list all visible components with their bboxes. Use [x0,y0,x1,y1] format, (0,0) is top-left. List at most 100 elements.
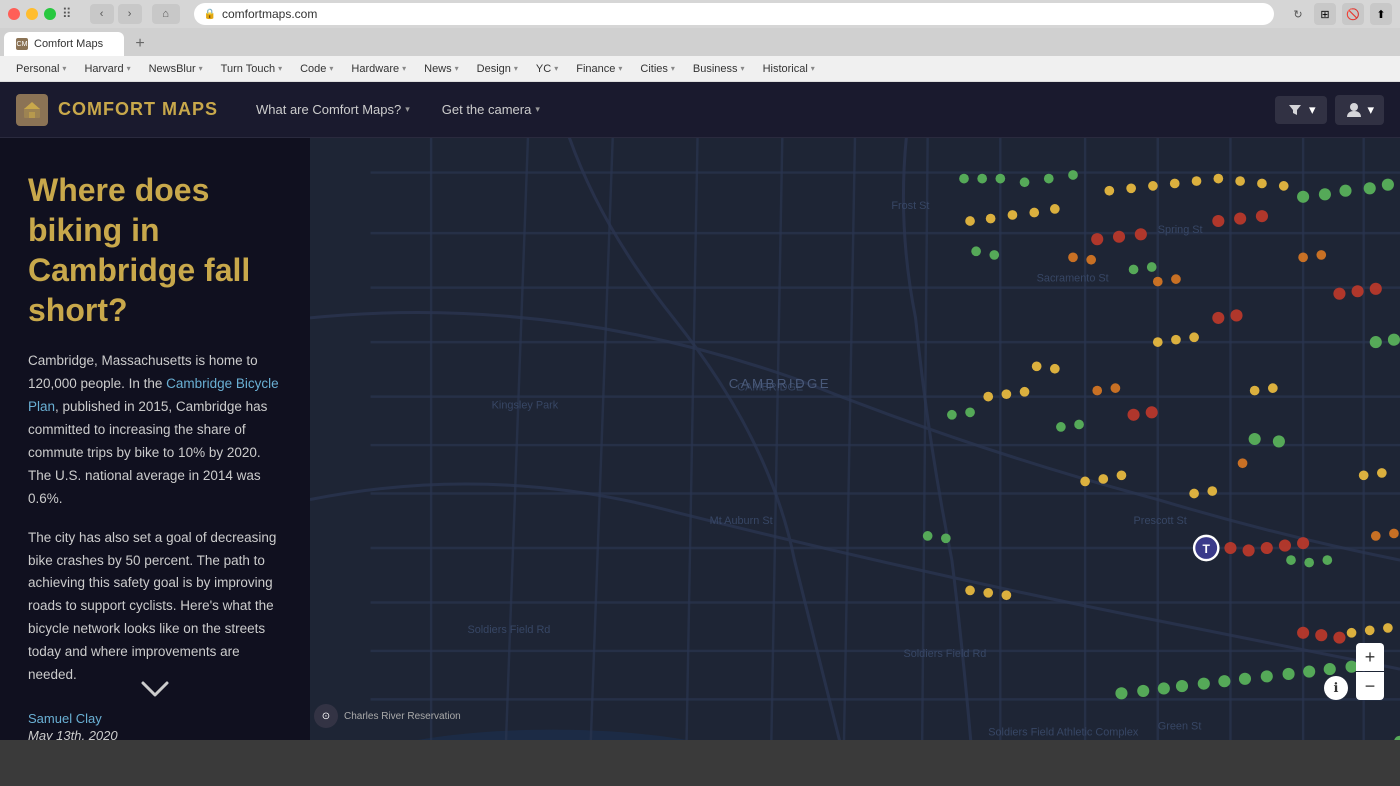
browser-tabs: CM Comfort Maps + [0,28,1400,56]
bookmark-turntouch[interactable]: Turn Touch ▾ [213,61,290,77]
main-content: Where does biking in Cambridge fall shor… [0,138,1400,740]
bookmark-news[interactable]: News ▾ [416,61,467,77]
author-name: Samuel Clay [28,711,282,726]
map-bottom-label: Charles River Reservation [344,711,461,722]
svg-text:Mt Auburn St: Mt Auburn St [710,515,773,527]
share-icon[interactable]: ⬆ [1370,3,1392,25]
svg-text:Sacramento St: Sacramento St [1037,273,1109,285]
bookmark-label: Turn Touch [221,63,275,75]
os-titlebar: ⠿ ‹ › ⌂ 🔒 comfortmaps.com ↻ ⊞ 🚫 ⬆ [0,0,1400,28]
bookmark-label: Hardware [351,63,399,75]
bookmark-newsblur[interactable]: NewsBlur ▾ [141,61,211,77]
new-tab-button[interactable]: + [128,32,152,56]
chevron-icon: ▾ [811,64,815,73]
map-info-icon[interactable]: ℹ [1324,676,1348,700]
bookmark-business[interactable]: Business ▾ [685,61,753,77]
bookmark-label: Code [300,63,326,75]
app-navbar-right: ▾ ▾ [1275,95,1384,125]
bookmark-cities[interactable]: Cities ▾ [632,61,683,77]
maximize-button[interactable] [44,8,56,20]
svg-text:Prescott St: Prescott St [1134,515,1187,527]
toolbar-right: ⊞ 🚫 ⬆ [1314,3,1392,25]
logo-icon [16,94,48,126]
app-logo-text: COMFORT MAPS [58,99,218,120]
account-arrow: ▾ [1367,102,1374,118]
chevron-down-icon: ▾ [535,104,540,115]
nav-link-label: Get the camera [442,102,532,117]
hero-body-2: The city has also set a goal of decreasi… [28,527,282,688]
bookmark-label: Harvard [84,63,123,75]
chevron-icon: ▾ [741,64,745,73]
active-tab[interactable]: CM Comfort Maps [4,32,124,56]
tab-label: Comfort Maps [34,38,103,50]
chevron-icon: ▾ [62,64,66,73]
address-bar[interactable]: 🔒 comfortmaps.com [194,3,1274,25]
svg-text:Soldiers Field Athletic Comple: Soldiers Field Athletic Complex [988,727,1139,739]
chevron-icon: ▾ [671,64,675,73]
lock-icon: 🔒 [204,9,216,20]
extensions-icon[interactable]: ⊞ [1314,3,1336,25]
chevron-icon: ▾ [127,64,131,73]
account-button[interactable]: ▾ [1335,95,1384,125]
hero-body-1: Cambridge, Massachusetts is home to 120,… [28,350,282,511]
bookmark-personal[interactable]: Personal ▾ [8,61,74,77]
zoom-controls: + − [1356,643,1384,700]
minimize-button[interactable] [26,8,38,20]
chevron-icon: ▾ [329,64,333,73]
zoom-out-button[interactable]: − [1356,672,1384,700]
scroll-down-indicator[interactable] [137,677,173,708]
filter-button[interactable]: ▾ [1275,96,1328,124]
bookmark-label: Personal [16,63,59,75]
map-bottom-left: ⊙ Charles River Reservation [314,704,461,728]
bookmark-design[interactable]: Design ▾ [469,61,526,77]
reload-button[interactable]: ↻ [1288,4,1308,24]
svg-text:Green St: Green St [1158,721,1202,733]
bookmarks-bar: Personal ▾ Harvard ▾ NewsBlur ▾ Turn Tou… [0,56,1400,82]
svg-text:Frost St: Frost St [891,200,929,212]
filter-arrow: ▾ [1309,102,1316,118]
nav-what-are-comfort-maps[interactable]: What are Comfort Maps? ▾ [242,96,424,123]
bookmark-label: Design [477,63,511,75]
chevron-icon: ▾ [199,64,203,73]
svg-text:Soldiers Field Rd: Soldiers Field Rd [903,648,986,660]
map-svg: DISTRICT CAMBRIDGE Sacramento St Spring … [310,138,1400,740]
bookmark-harvard[interactable]: Harvard ▾ [76,61,138,77]
os-chrome: ⠿ ‹ › ⌂ 🔒 comfortmaps.com ↻ ⊞ 🚫 ⬆ CM Com… [0,0,1400,740]
back-button[interactable]: ‹ [90,4,114,24]
app-logo[interactable]: COMFORT MAPS [16,94,218,126]
chevron-down-icon: ▾ [405,104,410,115]
nav-link-label: What are Comfort Maps? [256,102,401,117]
bookmark-hardware[interactable]: Hardware ▾ [343,61,414,77]
nav-get-camera[interactable]: Get the camera ▾ [428,96,554,123]
forward-button[interactable]: › [118,4,142,24]
bookmark-code[interactable]: Code ▾ [292,61,341,77]
home-button[interactable]: ⌂ [152,4,180,24]
left-panel: Where does biking in Cambridge fall shor… [0,138,310,740]
svg-text:T: T [1203,542,1211,556]
bookmark-label: Cities [640,63,668,75]
chevron-icon: ▾ [402,64,406,73]
bookmark-finance[interactable]: Finance ▾ [568,61,630,77]
bookmark-label: Historical [763,63,808,75]
bookmark-label: YC [536,63,551,75]
zoom-in-button[interactable]: + [1356,643,1384,671]
tab-favicon: CM [16,38,28,50]
chevron-icon: ▾ [278,64,282,73]
block-icon[interactable]: 🚫 [1342,3,1364,25]
bookmark-yc[interactable]: YC ▾ [528,61,566,77]
svg-text:CAMBRIDGE: CAMBRIDGE [729,376,831,391]
app-navbar: COMFORT MAPS What are Comfort Maps? ▾ Ge… [0,82,1400,138]
author-date: May 13th, 2020 [28,728,282,740]
map-location-icon: ⊙ [314,704,338,728]
close-button[interactable] [8,8,20,20]
chevron-icon: ▾ [455,64,459,73]
app-nav-links: What are Comfort Maps? ▾ Get the camera … [242,96,1275,123]
app-container: COMFORT MAPS What are Comfort Maps? ▾ Ge… [0,82,1400,740]
bookmark-label: News [424,63,452,75]
bookmark-label: Business [693,63,738,75]
map-area[interactable]: DISTRICT CAMBRIDGE Sacramento St Spring … [310,138,1400,740]
chevron-icon: ▾ [514,64,518,73]
bookmark-historical[interactable]: Historical ▾ [755,61,823,77]
chevron-icon: ▾ [618,64,622,73]
svg-text:Soldiers Field Rd: Soldiers Field Rd [467,624,550,636]
